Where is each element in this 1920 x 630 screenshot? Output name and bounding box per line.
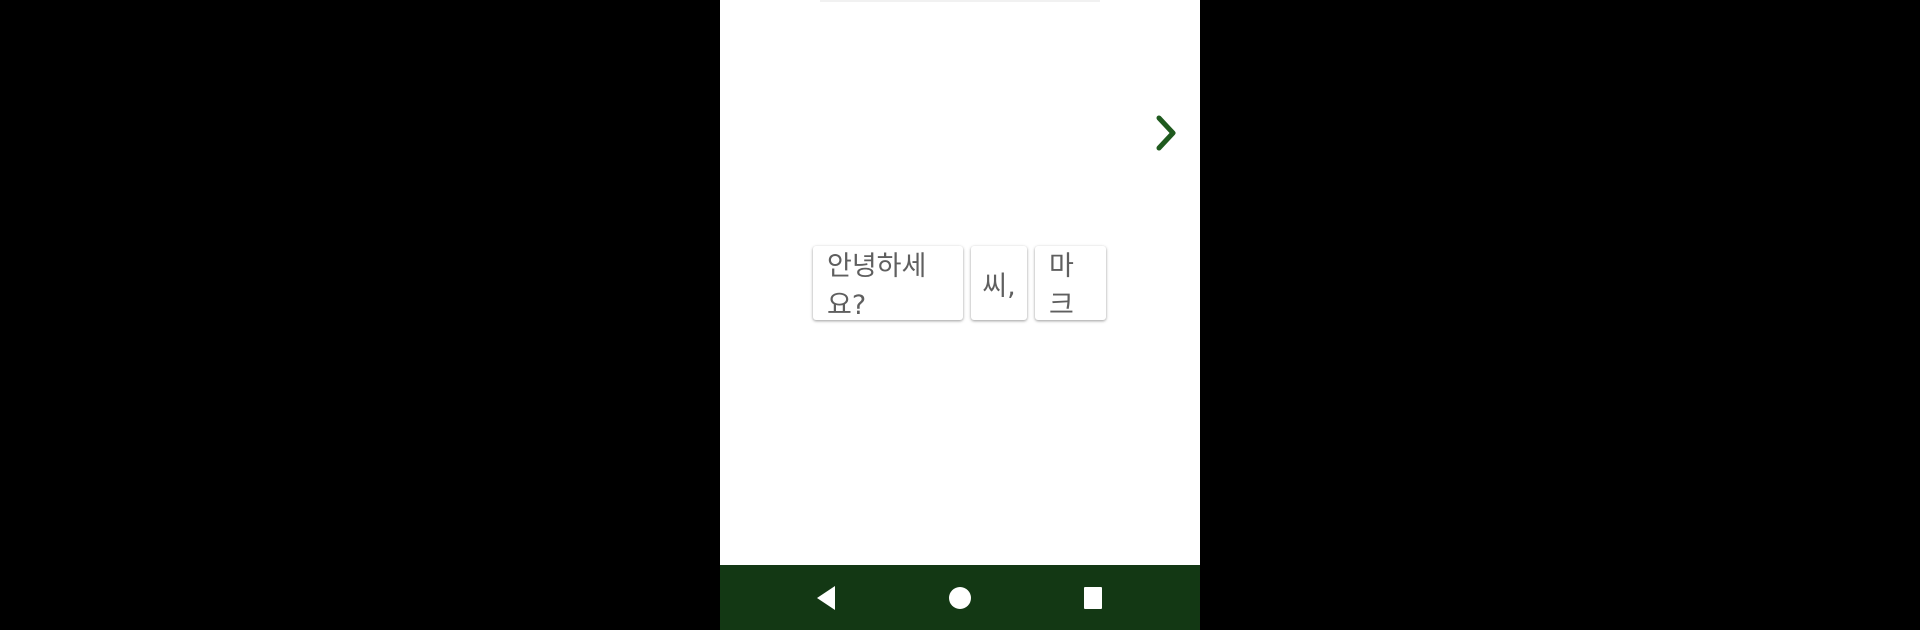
screen: 안녕하세요? 씨, 마크 <box>0 0 1920 630</box>
word-chip[interactable]: 씨, <box>971 246 1027 320</box>
chevron-right-icon <box>1156 115 1176 151</box>
app-viewport: 안녕하세요? 씨, 마크 <box>720 0 1200 630</box>
square-recent-apps-icon <box>1084 586 1102 609</box>
word-chip[interactable]: 안녕하세요? <box>813 246 963 321</box>
top-edge-divider <box>820 0 1100 2</box>
nav-recent-apps-button[interactable] <box>1063 565 1123 630</box>
circle-home-icon <box>949 586 971 609</box>
nav-back-button[interactable] <box>796 565 856 630</box>
system-navigation-bar <box>720 565 1200 630</box>
word-chip[interactable]: 마크 <box>1035 246 1106 321</box>
triangle-back-icon <box>817 585 835 610</box>
nav-home-button[interactable] <box>930 565 990 630</box>
sentence-word-chips: 안녕하세요? 씨, 마크 <box>813 246 1106 321</box>
next-page-button[interactable] <box>1148 110 1184 156</box>
